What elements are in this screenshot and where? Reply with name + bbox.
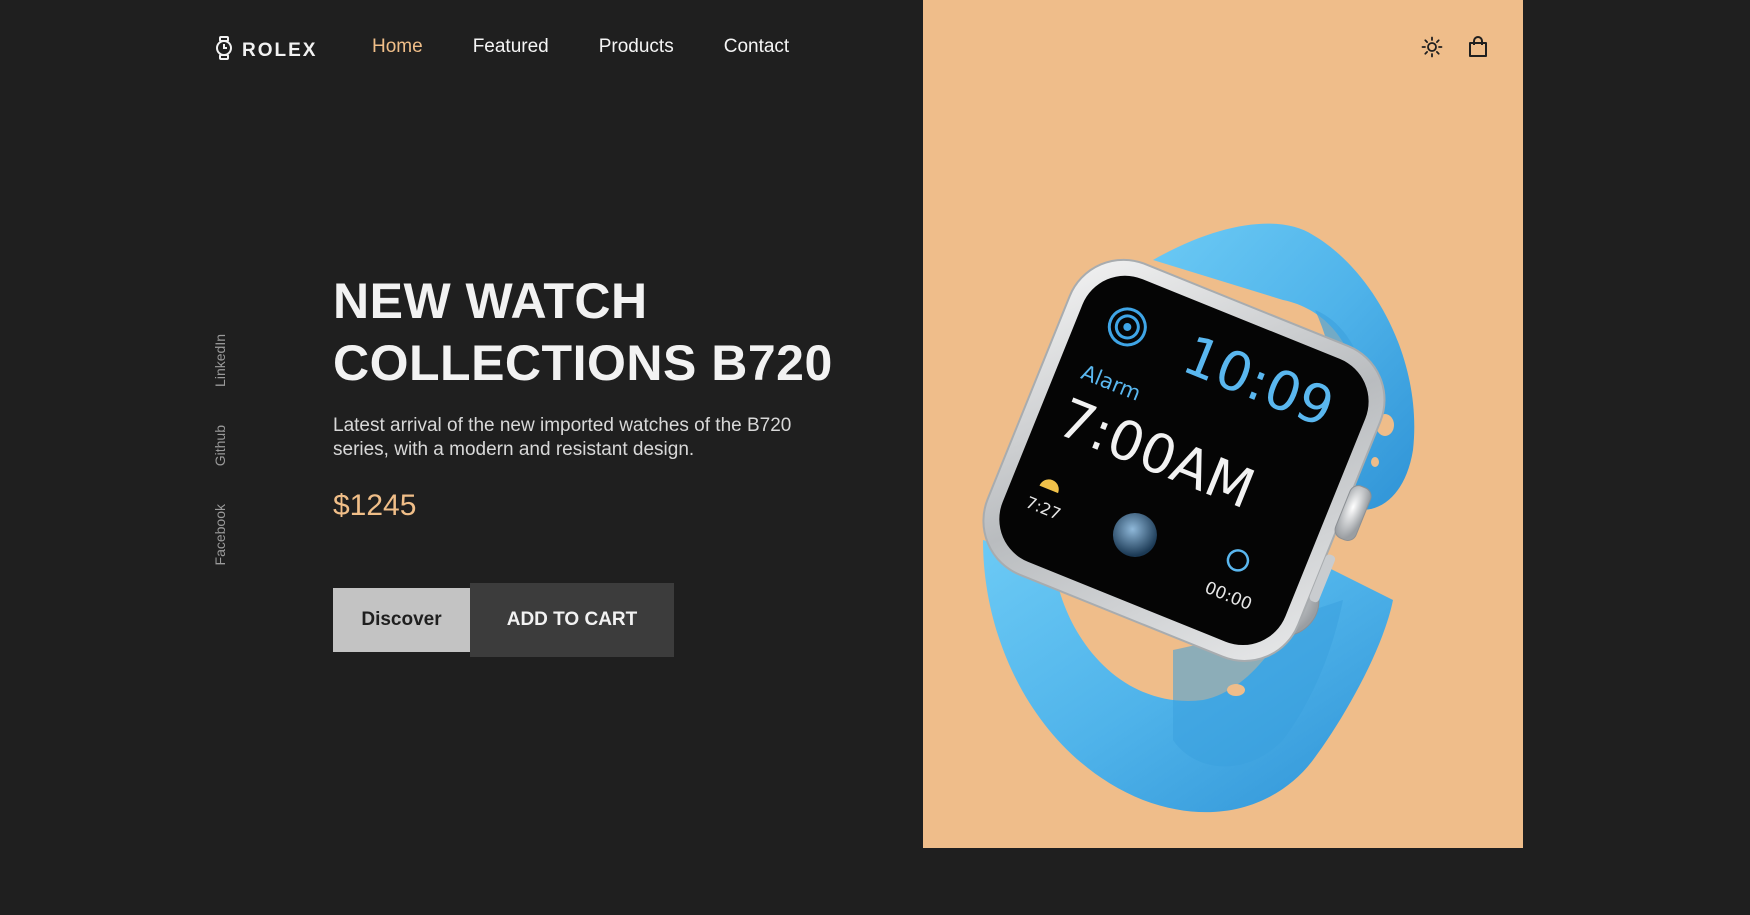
nav-contact[interactable]: Contact xyxy=(724,36,789,58)
discover-button[interactable]: Discover xyxy=(333,588,470,652)
add-to-cart-button[interactable]: ADD TO CART xyxy=(470,583,674,657)
nav-products[interactable]: Products xyxy=(599,36,674,58)
main-nav: Home Featured Products Contact xyxy=(372,36,839,58)
hero-section: NEW WATCH COLLECTIONS B720 Latest arriva… xyxy=(333,270,853,523)
hero-title: NEW WATCH COLLECTIONS B720 xyxy=(333,270,853,394)
social-links: LinkedIn Github Facebook xyxy=(212,334,228,604)
hero-description: Latest arrival of the new imported watch… xyxy=(333,415,792,460)
brand-logo[interactable]: ROLEX xyxy=(214,36,317,66)
social-linkedin[interactable]: LinkedIn xyxy=(212,334,228,387)
smartwatch-image: 10:09 Alarm 7:00AM 7:27 00:00 xyxy=(982,223,1415,813)
social-facebook[interactable]: Facebook xyxy=(212,504,228,565)
product-panel: 10:09 Alarm 7:00AM 7:27 00:00 xyxy=(923,0,1523,848)
watch-icon xyxy=(214,36,234,66)
hero-title-line2: COLLECTIONS B720 xyxy=(333,335,833,391)
hero-title-line1: NEW WATCH xyxy=(333,273,648,329)
brand-name: ROLEX xyxy=(242,40,318,61)
nav-featured[interactable]: Featured xyxy=(473,36,549,58)
social-github[interactable]: Github xyxy=(212,425,228,466)
page: ROLEX Home Featured Products Contact Lin… xyxy=(0,0,1750,915)
nav-home[interactable]: Home xyxy=(372,36,423,58)
product-price: $1245 xyxy=(333,489,417,522)
hero-actions: Discover ADD TO CART xyxy=(333,583,674,657)
